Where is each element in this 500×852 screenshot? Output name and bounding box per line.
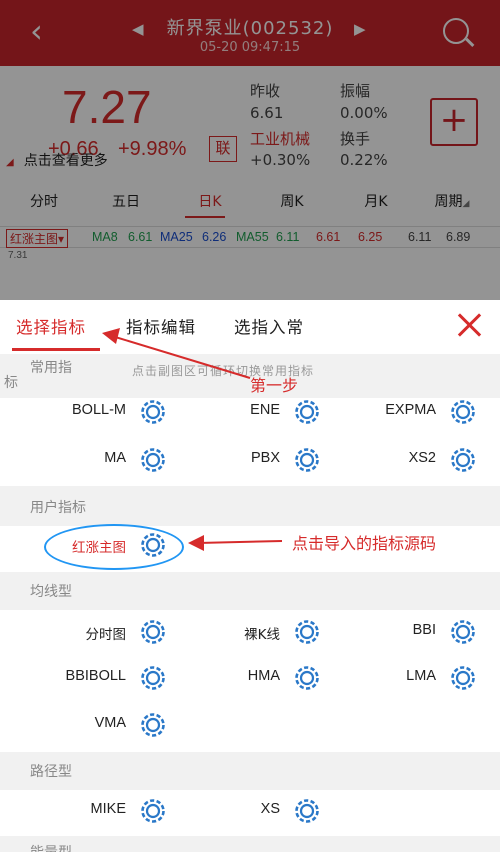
indicator-label: EXPMA [385, 402, 436, 418]
modal-overlay[interactable] [0, 0, 500, 300]
indicator-label: XS [260, 801, 280, 817]
gear-icon[interactable] [138, 397, 168, 427]
indicator-bbi[interactable]: BBI [354, 617, 478, 647]
section-path-type: 路径型 [0, 752, 500, 790]
section-energy: 能量型 [0, 836, 500, 852]
indicator-label: MA [104, 450, 126, 466]
tab-select-indicator[interactable]: 选择指标 [16, 314, 86, 338]
gear-icon[interactable] [138, 445, 168, 475]
indicator-hma[interactable]: HMA [200, 663, 322, 693]
indicator-ene[interactable]: ENE [200, 397, 322, 427]
section-path-type-label: 路径型 [30, 764, 72, 780]
highlight-ellipse [44, 524, 184, 570]
indicator-boll-m[interactable]: BOLL-M [40, 397, 168, 427]
gear-icon[interactable] [448, 397, 478, 427]
indicator-label: BBI [412, 622, 436, 638]
panel-tabs: 选择指标 指标编辑 选指入常 [0, 300, 500, 354]
section-energy-label: 能量型 [30, 842, 72, 852]
gear-icon[interactable] [292, 445, 322, 475]
indicator-ma[interactable]: MA [40, 445, 168, 475]
section-ma-type-label: 均线型 [30, 584, 72, 600]
section-cut-label: 标 [4, 375, 18, 391]
indicator-lma[interactable]: LMA [354, 663, 478, 693]
gear-icon[interactable] [448, 617, 478, 647]
indicator-label: PBX [250, 450, 280, 466]
indicator-xs2[interactable]: XS2 [354, 445, 478, 475]
indicator-intraday-chart[interactable]: 分时图 [40, 617, 168, 647]
gear-icon[interactable] [292, 397, 322, 427]
active-tab-underline [12, 348, 100, 351]
indicator-label: ENE [250, 402, 280, 418]
gear-icon[interactable] [138, 710, 168, 740]
gear-icon[interactable] [292, 663, 322, 693]
indicator-xs[interactable]: XS [200, 796, 322, 826]
gear-icon[interactable] [138, 796, 168, 826]
close-icon[interactable] [456, 312, 482, 338]
step1-annotation: 第一步 [250, 376, 299, 395]
indicator-label: HMA [247, 668, 280, 684]
section-common-label: 常用指 [30, 360, 72, 376]
indicator-bare-k[interactable]: 裸K线 [200, 617, 322, 647]
indicator-label: MIKE [90, 801, 126, 817]
gear-icon[interactable] [292, 617, 322, 647]
gear-icon[interactable] [448, 445, 478, 475]
indicator-label: BBIBOLL [65, 668, 126, 684]
section-user-label: 用户指标 [30, 500, 86, 516]
indicator-label: 分时图 [85, 627, 127, 643]
section-user: 用户指标 [0, 486, 500, 526]
indicator-bbiboll[interactable]: BBIBOLL [40, 663, 168, 693]
indicator-vma[interactable]: VMA [40, 710, 168, 740]
import-annotation: 点击导入的指标源码 [292, 534, 437, 553]
indicator-pbx[interactable]: PBX [200, 445, 322, 475]
gear-icon[interactable] [138, 663, 168, 693]
indicator-expma[interactable]: EXPMA [354, 397, 478, 427]
gear-icon[interactable] [292, 796, 322, 826]
gear-icon[interactable] [448, 663, 478, 693]
indicator-label: BOLL-M [72, 402, 126, 418]
tab-add-to-common[interactable]: 选指入常 [234, 314, 304, 338]
indicator-label: LMA [406, 668, 436, 684]
section-ma-type: 均线型 [0, 572, 500, 610]
indicator-label: XS2 [408, 450, 436, 466]
tab-edit-indicator[interactable]: 指标编辑 [126, 314, 196, 338]
indicator-label: VMA [94, 715, 126, 731]
gear-icon[interactable] [138, 617, 168, 647]
indicator-mike[interactable]: MIKE [40, 796, 168, 826]
indicator-label: 裸K线 [244, 627, 280, 643]
